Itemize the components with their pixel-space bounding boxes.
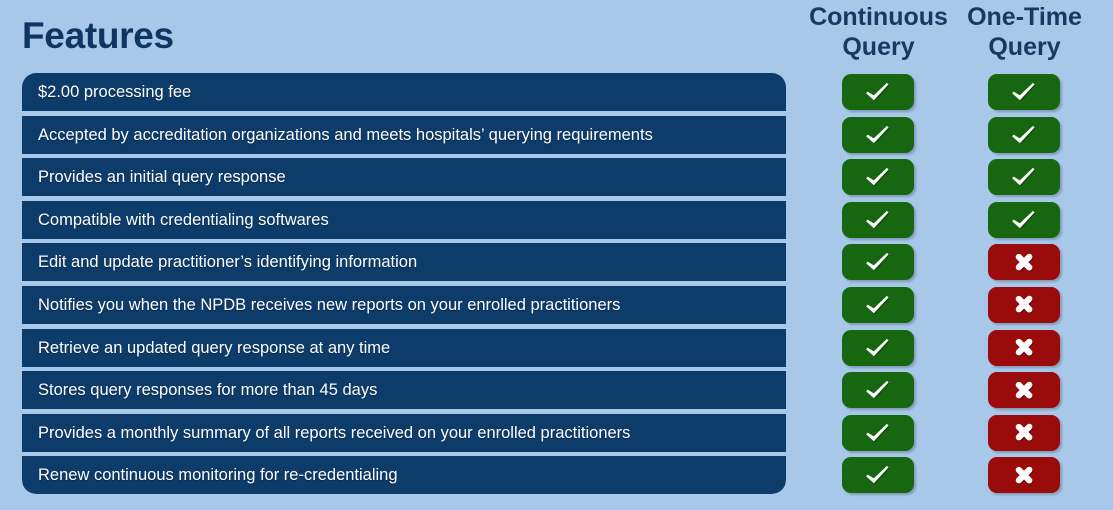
status-badge-included — [842, 286, 914, 323]
status-badge-included — [842, 372, 914, 409]
check-icon — [865, 464, 891, 486]
feature-row: Renew continuous monitoring for re-crede… — [22, 456, 786, 495]
check-icon — [865, 337, 891, 359]
feature-row: Provides a monthly summary of all report… — [22, 413, 786, 452]
feature-label: Retrieve an updated query response at an… — [38, 338, 391, 357]
cross-icon — [1012, 379, 1036, 402]
check-icon — [865, 379, 891, 401]
status-cell — [838, 286, 918, 324]
status-badge-included — [988, 116, 1060, 153]
feature-label: Compatible with credentialing softwares — [38, 210, 329, 229]
feature-label: Renew continuous monitoring for re-crede… — [38, 466, 398, 485]
status-badge-excluded — [988, 457, 1060, 494]
column-headers: Continuous Query One-Time Query — [800, 0, 1103, 70]
status-badge-included — [988, 159, 1060, 196]
check-icon — [865, 166, 891, 188]
status-cell — [838, 371, 918, 409]
status-cell — [838, 329, 918, 367]
status-badge-included — [842, 201, 914, 238]
feature-label: Edit and update practitioner’s identifyi… — [38, 253, 418, 272]
status-badge-included — [842, 244, 914, 281]
check-icon — [865, 294, 891, 316]
cross-icon — [1012, 336, 1036, 359]
feature-row: Provides an initial query response — [22, 158, 786, 197]
feature-list: $2.00 processing fee Accepted by accredit… — [22, 73, 786, 495]
status-cell — [838, 201, 918, 239]
status-cell — [984, 116, 1064, 154]
status-badge-excluded — [988, 372, 1060, 409]
check-icon — [865, 81, 891, 103]
status-badge-excluded — [988, 286, 1060, 323]
status-cell — [838, 158, 918, 196]
feature-row: Retrieve an updated query response at an… — [22, 328, 786, 367]
check-icon — [1011, 166, 1037, 188]
status-cell — [838, 414, 918, 452]
column-header-onetime-line2: Query — [988, 33, 1061, 61]
feature-row: Edit and update practitioner’s identifyi… — [22, 243, 786, 282]
feature-label: Stores query responses for more than 45 … — [38, 381, 378, 400]
status-cell — [838, 243, 918, 281]
status-badge-included — [842, 414, 914, 451]
cross-icon — [1012, 464, 1036, 487]
column-header-onetime-line1: One-Time — [967, 3, 1082, 31]
feature-row: Accepted by accreditation organizations … — [22, 115, 786, 154]
page-title: Features — [22, 15, 174, 56]
check-icon — [865, 422, 891, 444]
check-icon — [865, 209, 891, 231]
status-cell — [984, 456, 1064, 494]
check-icon — [1011, 209, 1037, 231]
status-cell — [838, 73, 918, 111]
check-icon — [865, 124, 891, 146]
status-cell — [984, 201, 1064, 239]
column-header-continuous-line2: Query — [842, 33, 915, 61]
feature-label: Provides an initial query response — [38, 168, 286, 187]
cross-icon — [1012, 251, 1036, 274]
feature-row: Notifies you when the NPDB receives new … — [22, 285, 786, 324]
status-badge-included — [988, 201, 1060, 238]
status-cell — [984, 414, 1064, 452]
check-icon — [865, 251, 891, 273]
status-badge-excluded — [988, 244, 1060, 281]
status-cell — [984, 158, 1064, 196]
status-cell — [984, 329, 1064, 367]
status-badge-included — [988, 74, 1060, 110]
feature-label: Notifies you when the NPDB receives new … — [38, 295, 621, 314]
status-cell — [984, 371, 1064, 409]
check-icon — [1011, 124, 1037, 146]
status-badge-excluded — [988, 414, 1060, 451]
column-header-onetime: One-Time Query — [952, 2, 1097, 62]
feature-label: Accepted by accreditation organizations … — [38, 125, 653, 144]
status-cell — [984, 243, 1064, 281]
feature-label: Provides a monthly summary of all report… — [38, 423, 631, 442]
status-cell — [838, 116, 918, 154]
check-icon — [1011, 81, 1037, 103]
status-cell — [984, 286, 1064, 324]
column-header-continuous: Continuous Query — [806, 2, 951, 62]
column-header-continuous-line1: Continuous — [809, 3, 948, 31]
status-badge-included — [842, 457, 914, 494]
status-badge-included — [842, 74, 914, 110]
feature-comparison-diagram: Features Continuous Query One-Time Query… — [0, 0, 1113, 510]
cross-icon — [1012, 293, 1036, 316]
feature-label: $2.00 processing fee — [38, 83, 192, 101]
cross-icon — [1012, 421, 1036, 444]
status-badge-included — [842, 329, 914, 366]
status-badge-excluded — [988, 329, 1060, 366]
status-cell — [838, 456, 918, 494]
status-cell — [984, 73, 1064, 111]
feature-row: Compatible with credentialing softwares — [22, 200, 786, 239]
status-column-onetime — [984, 73, 1064, 494]
status-badge-included — [842, 159, 914, 196]
status-column-continuous — [838, 73, 918, 494]
feature-row: Stores query responses for more than 45 … — [22, 371, 786, 410]
status-badge-included — [842, 116, 914, 153]
feature-row: $2.00 processing fee — [22, 73, 786, 111]
